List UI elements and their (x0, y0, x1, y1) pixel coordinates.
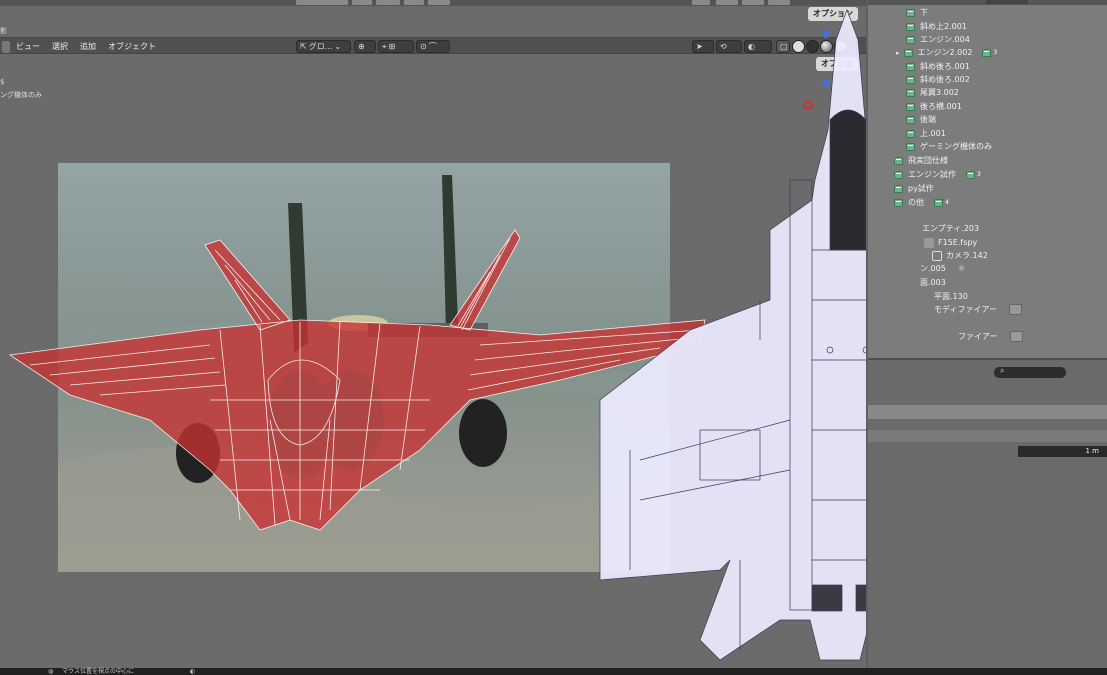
fspy-label: F15E.fspy (938, 238, 978, 247)
outliner-row[interactable]: ▸ エンジン2.002 3 (896, 46, 997, 59)
child-count-badge: 3 (982, 48, 998, 57)
collection-icon (906, 115, 915, 124)
aircraft-model-overlay[interactable] (0, 0, 866, 668)
camera-icon (932, 250, 942, 261)
status-bar: ◍ マウス位置を視点の中心に ◐ (0, 668, 1107, 675)
collection-icon (966, 170, 975, 179)
sun-icon: ☼ (957, 264, 965, 273)
collection-icon (906, 102, 915, 111)
outliner-item-plane[interactable]: 平面.130 (934, 290, 968, 303)
outliner-search-field[interactable] (986, 0, 1028, 4)
outliner-row-label: 後ろ横.001 (920, 102, 962, 111)
camera-label: カメラ.142 (946, 251, 988, 260)
outliner-item-modifier[interactable]: ファイアー (958, 330, 1023, 343)
light-label: ン.005 (920, 264, 946, 273)
collection-icon (906, 35, 915, 44)
status-hint: マウス位置を視点の中心に (62, 668, 135, 675)
collection-icon (906, 62, 915, 71)
wrench-icon (1008, 304, 1022, 315)
mouse-icon: ◐ (190, 668, 196, 675)
outliner-item-modifier[interactable]: モディファイアー (934, 303, 1022, 316)
wrench-icon (1009, 331, 1023, 342)
child-count-badge: 4 (934, 198, 949, 207)
mouse-icon: ◍ (48, 668, 54, 675)
outliner-row-label: エンジン.004 (920, 35, 970, 44)
outliner-row[interactable]: py試作 (894, 182, 934, 195)
badge-count: 4 (945, 199, 949, 206)
collection-icon (906, 129, 915, 138)
outliner-item-fspy[interactable]: F15E.fspy (924, 236, 977, 249)
collection-icon (982, 48, 992, 57)
outliner-row[interactable]: 後端 (906, 113, 936, 126)
outliner-row[interactable]: の他 4 (894, 196, 949, 209)
collection-icon (894, 156, 903, 165)
outliner-item-light[interactable]: ン.005 ☼ (920, 262, 965, 275)
properties-section-header[interactable] (868, 430, 1107, 442)
outliner-row-label: ゲーミング機体のみ (920, 142, 992, 151)
outliner-row[interactable]: 尾翼3.002 (906, 86, 959, 99)
outliner-item-face[interactable]: 面.003 (920, 276, 946, 289)
outliner-row-label: の他 (908, 198, 924, 207)
outliner-row[interactable]: 後ろ横.001 (906, 100, 962, 113)
outliner-row-label: py試作 (908, 184, 934, 193)
outliner-row[interactable]: 下 (906, 6, 928, 19)
outliner-row[interactable]: 斜め後ろ.002 (906, 73, 970, 86)
outliner-row[interactable]: ゲーミング機体のみ (906, 140, 992, 153)
collection-icon (894, 198, 903, 207)
collection-icon (906, 8, 915, 17)
properties-panel[interactable]: ⌕ 1 m (868, 358, 1107, 668)
search-icon: ⌕ (1000, 366, 1005, 375)
outliner-row[interactable]: 斜め上2.001 (906, 20, 967, 33)
outliner-row-label: 後端 (920, 115, 936, 124)
outliner-row[interactable]: 斜め後ろ.001 (906, 60, 970, 73)
collection-icon (894, 170, 903, 179)
collection-icon (906, 88, 915, 97)
outliner-row[interactable]: 上.001 (906, 127, 946, 140)
modifier-label: ファイアー (958, 332, 998, 341)
outliner-row-label: 斜め後ろ.002 (920, 75, 970, 84)
outliner-row-label: 斜め上2.001 (920, 22, 967, 31)
outliner-row-label: 上.001 (920, 129, 946, 138)
collection-icon (934, 198, 943, 207)
outliner-row[interactable]: エンジン試作 3 (894, 168, 981, 181)
outliner-panel[interactable]: 下斜め上2.001 エンジン.004 ▸ エンジン2.002 3 斜め後ろ.001 斜め後ろ… (868, 0, 1107, 358)
collection-icon (906, 142, 915, 151)
outliner-row-label: 斜め後ろ.001 (920, 62, 970, 71)
outliner-item-camera[interactable]: カメラ.142 (932, 249, 988, 262)
outliner-row[interactable]: エンジン.004 (906, 33, 970, 46)
outliner-row-label: 尾翼3.002 (920, 88, 959, 97)
properties-section-header[interactable] (868, 405, 1107, 419)
outliner-row-label: エンジン試作 (908, 170, 956, 179)
outliner-row-label: 飛実団仕様 (908, 156, 948, 165)
child-count-badge: 3 (966, 170, 981, 179)
collection-icon (894, 184, 903, 193)
fspy-icon (924, 237, 934, 248)
outliner-row[interactable]: 飛実団仕様 (894, 154, 948, 167)
unit-value-field[interactable]: 1 m (1018, 446, 1107, 457)
outliner-row-label: エンジン2.002 (917, 48, 973, 57)
collection-icon (906, 22, 915, 31)
badge-count: 3 (977, 171, 981, 178)
empty-object-label: エンプティ.203 (922, 224, 980, 233)
expand-arrow-icon[interactable]: ▸ (896, 49, 900, 57)
outliner-row-label: 下 (920, 8, 928, 17)
outliner-item-empty[interactable]: エンプティ.203 (922, 222, 979, 235)
3d-viewport[interactable]: オプション 影 ビュー 選択 追加 オブジェクト ⇱ グロ... ⌄ ⊕ ⌖ ⊞ … (0, 0, 866, 668)
plane-label: 平面.130 (934, 292, 968, 301)
collection-icon (903, 48, 913, 57)
face-label: 面.003 (920, 278, 946, 287)
collection-icon (906, 75, 915, 84)
modifier-label: モディファイアー (934, 305, 997, 314)
properties-search-field[interactable] (994, 367, 1066, 378)
outliner-header (868, 0, 1107, 5)
badge-count: 3 (993, 49, 998, 56)
